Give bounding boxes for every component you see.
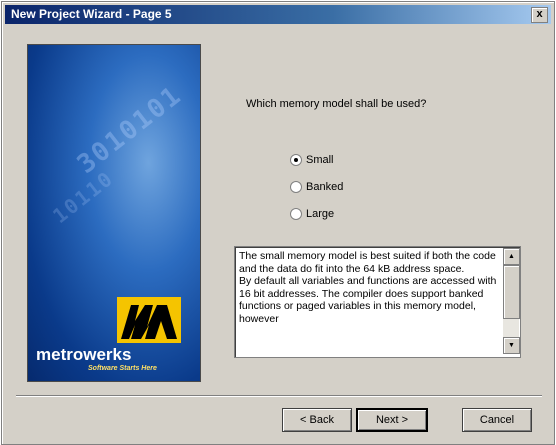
metrowerks-logo (117, 297, 181, 343)
wizard-window: New Project Wizard - Page 5 x 3010101 10… (1, 1, 555, 445)
next-button[interactable]: Next > (356, 408, 428, 432)
window-title: New Project Wizard - Page 5 (11, 7, 172, 21)
radio-large-label: Large (306, 208, 335, 221)
scroll-up-button[interactable]: ▲ (503, 248, 520, 265)
arrow-up-icon: ▲ (508, 253, 515, 260)
scroll-thumb[interactable] (503, 265, 520, 319)
button-separator (16, 395, 542, 397)
close-icon: x (536, 8, 543, 20)
arrow-down-icon: ▼ (508, 342, 515, 349)
cancel-button[interactable]: Cancel (462, 408, 532, 432)
radio-option-banked[interactable]: Banked (290, 181, 343, 195)
radio-option-large[interactable]: Large (290, 208, 334, 222)
scroll-down-button[interactable]: ▼ (503, 337, 520, 354)
description-textbox[interactable]: The small memory model is best suited if… (234, 246, 521, 358)
banner-decor-digits: 3010101 (71, 80, 188, 180)
close-button[interactable]: x (531, 7, 548, 23)
description-text: The small memory model is best suited if… (239, 250, 497, 325)
banner-decor-digits-secondary: 10110 (48, 165, 119, 229)
radio-small[interactable] (290, 154, 302, 167)
description-scrollbar[interactable]: ▲ ▼ (503, 248, 520, 354)
radio-option-small[interactable]: Small (290, 154, 334, 168)
memory-model-question: Which memory model shall be used? (246, 98, 427, 110)
radio-banked[interactable] (290, 181, 302, 194)
radio-small-label: Small (306, 154, 334, 167)
back-button[interactable]: < Back (282, 408, 352, 432)
metrowerks-logo-icon (121, 305, 177, 339)
banner-brand: metrowerks (36, 345, 132, 364)
metrowerks-banner: 3010101 10110 metrowerks Software Starts… (27, 44, 201, 382)
radio-large[interactable] (290, 208, 302, 221)
radio-banked-label: Banked (306, 181, 344, 194)
title-bar[interactable]: New Project Wizard - Page 5 x (5, 5, 551, 24)
banner-tagline: Software Starts Here (88, 365, 157, 372)
